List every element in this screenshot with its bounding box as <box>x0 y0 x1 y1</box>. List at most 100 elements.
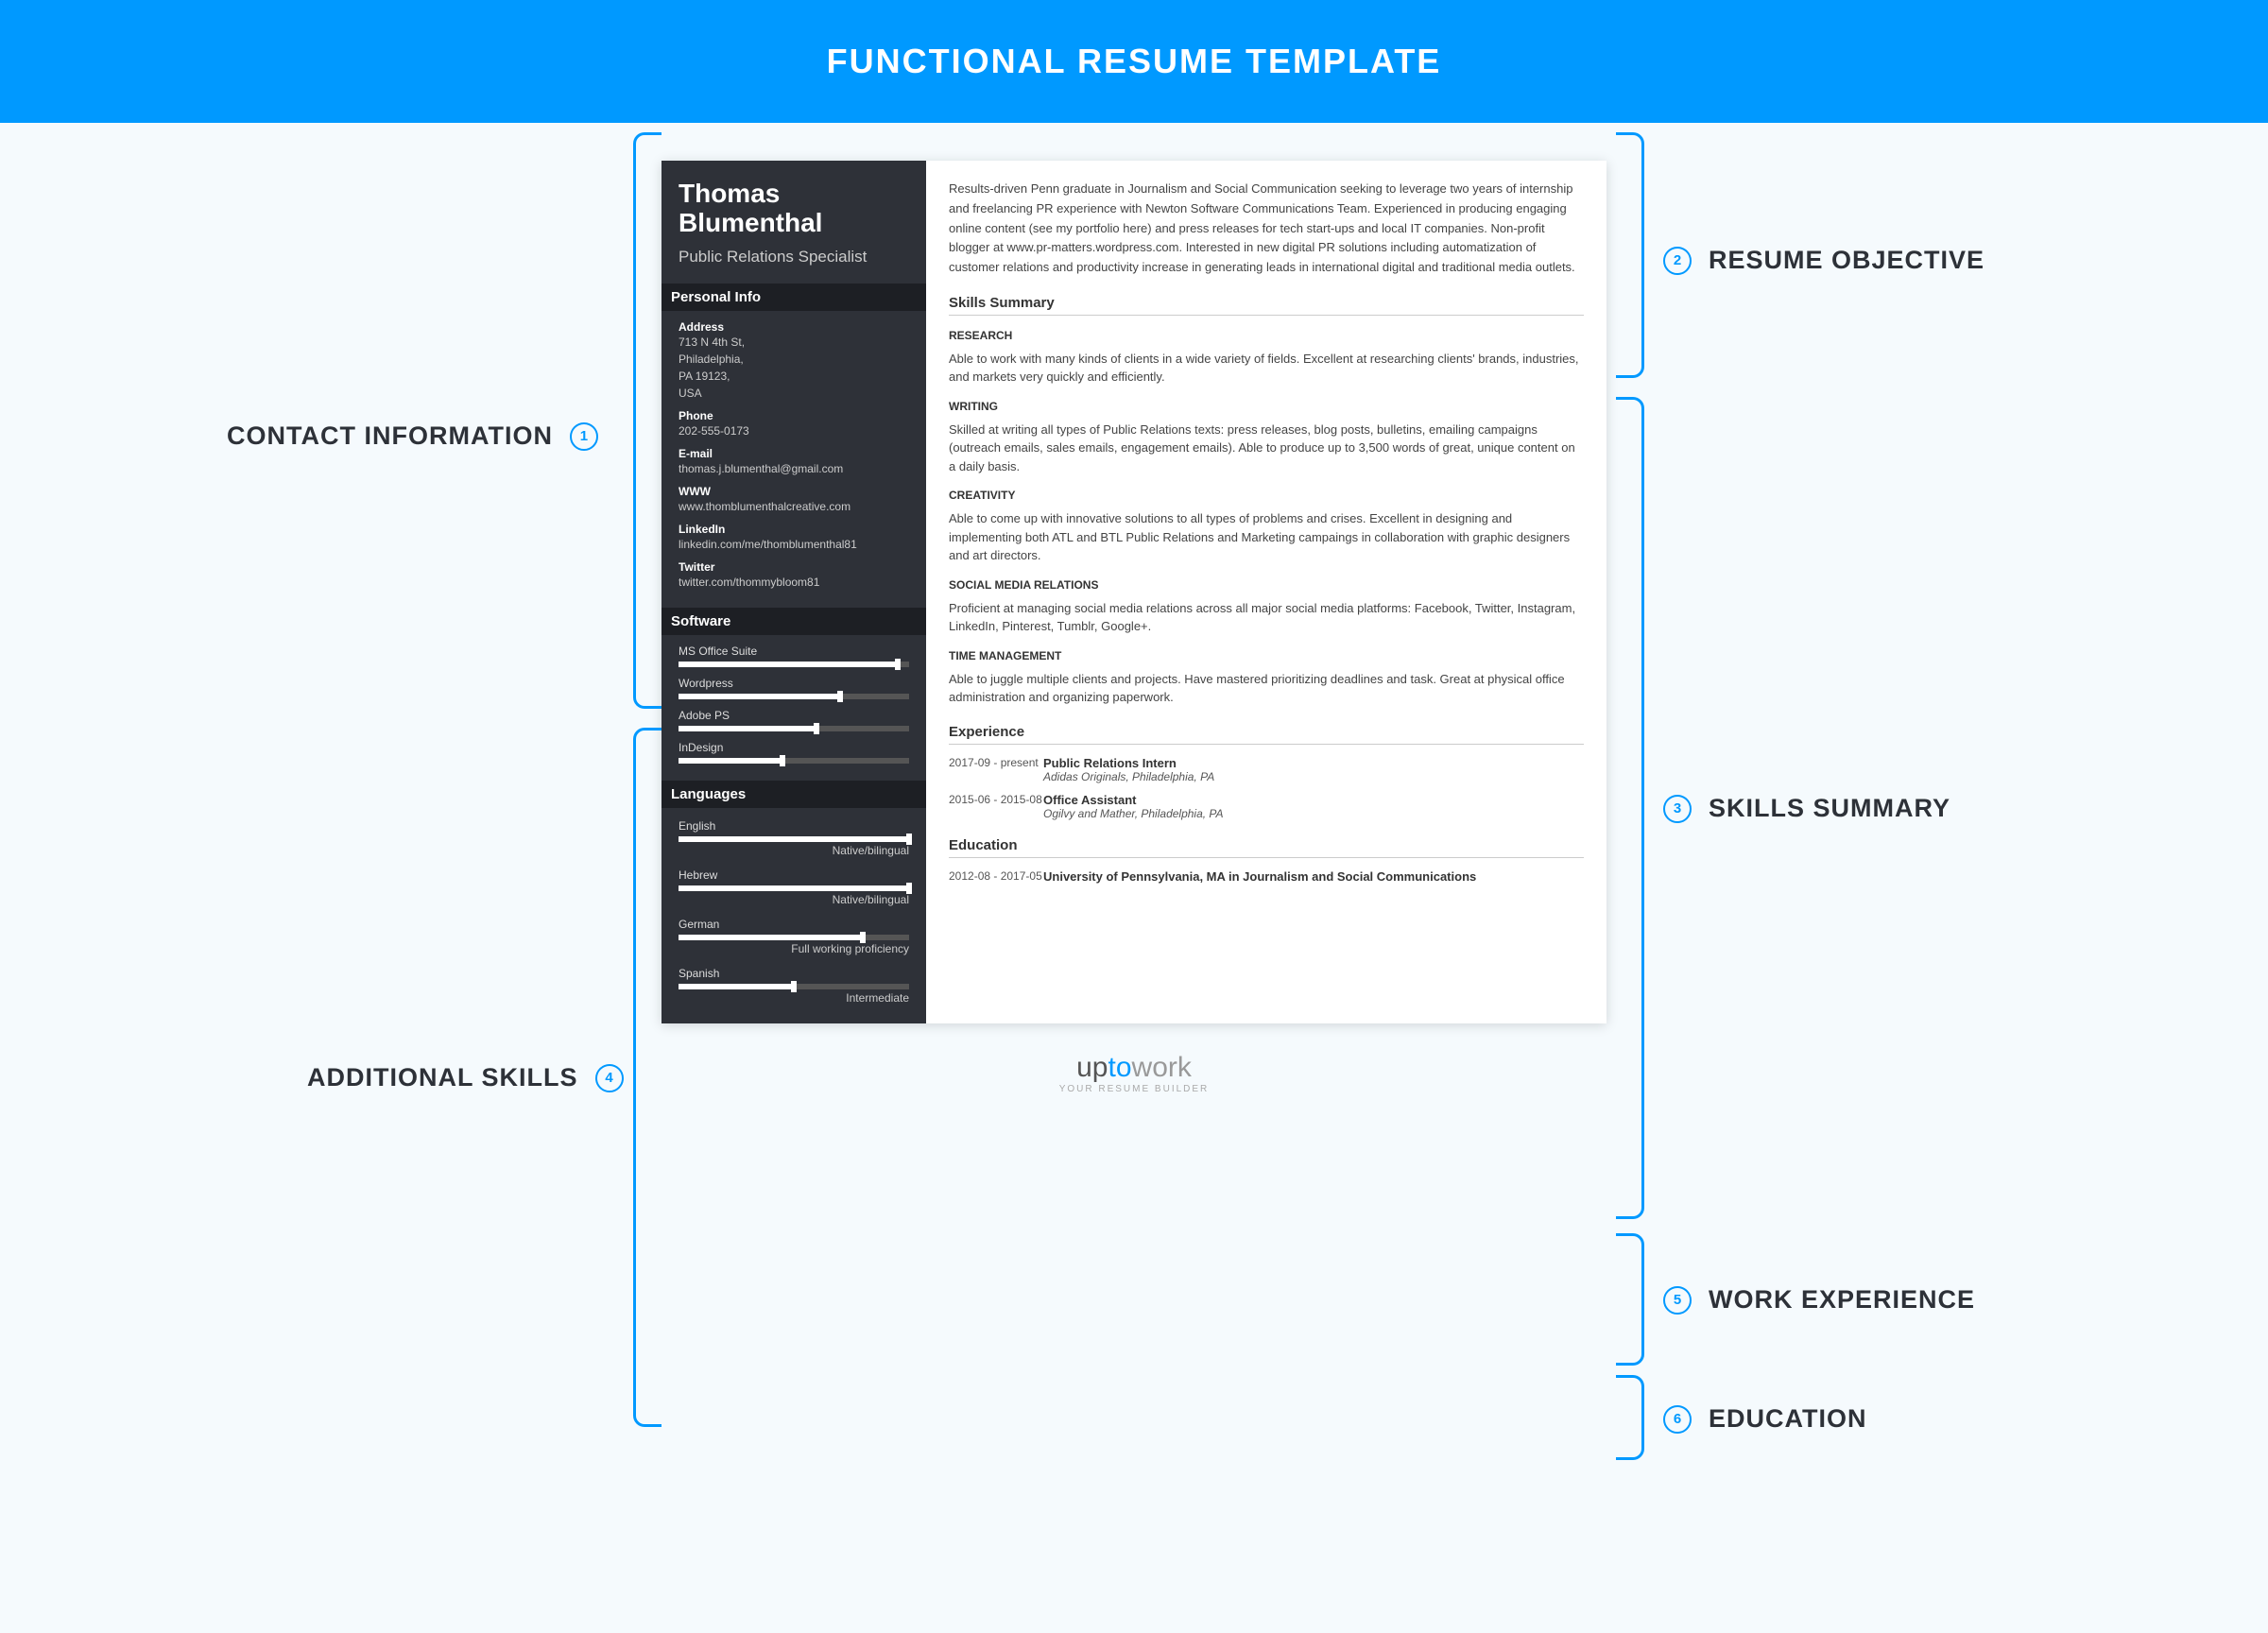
callout-label-education: EDUCATION <box>1709 1404 1867 1434</box>
linkedin-label: LinkedIn <box>679 523 909 536</box>
education-title-text: University of Pennsylvania, MA in Journa… <box>1043 869 1584 884</box>
skills-summary-title: Skills Summary <box>949 295 1584 316</box>
bracket-education <box>1616 1375 1644 1460</box>
language-name: Spanish <box>679 967 909 980</box>
language-item: English Native/bilingual <box>679 819 909 857</box>
callout-num-4: 4 <box>595 1064 624 1092</box>
languages-list: English Native/bilingual Hebrew Native/bi… <box>679 819 909 1005</box>
progress-bar <box>679 758 909 764</box>
experience-row: 2015-06 - 2015-08 Office Assistant Ogilv… <box>949 793 1584 820</box>
callout-experience: 5 WORK EXPERIENCE <box>1663 1285 1975 1315</box>
personal-info-header: Personal Info <box>662 284 926 311</box>
skill-heading: CREATIVITY <box>949 489 1584 502</box>
language-name: Hebrew <box>679 868 909 882</box>
name-last: Blumenthal <box>679 208 822 237</box>
experience-title-text: Office Assistant <box>1043 793 1584 807</box>
resume-sidebar: Thomas Blumenthal Public Relations Speci… <box>662 161 926 1023</box>
software-name: Adobe PS <box>679 709 909 722</box>
email-label: E-mail <box>679 447 909 460</box>
experience-title-text: Public Relations Intern <box>1043 756 1584 770</box>
email-value: thomas.j.blumenthal@gmail.com <box>679 460 909 477</box>
language-name: English <box>679 819 909 833</box>
callout-num-5: 5 <box>1663 1286 1692 1315</box>
bracket-experience <box>1616 1233 1644 1366</box>
skill-heading: RESEARCH <box>949 329 1584 342</box>
language-level: Native/bilingual <box>679 844 909 857</box>
language-level: Intermediate <box>679 991 909 1005</box>
progress-bar <box>679 984 909 989</box>
software-item: MS Office Suite <box>679 645 909 667</box>
callout-contact: 1 CONTACT INFORMATION <box>227 421 598 451</box>
bracket-contact <box>633 132 662 709</box>
software-item: InDesign <box>679 741 909 764</box>
address-label: Address <box>679 320 909 334</box>
experience-dates: 2017-09 - present <box>949 756 1043 783</box>
callout-num-6: 6 <box>1663 1405 1692 1434</box>
experience-company: Adidas Originals, Philadelphia, PA <box>1043 770 1584 783</box>
twitter-label: Twitter <box>679 560 909 574</box>
resume-objective: Results-driven Penn graduate in Journali… <box>949 180 1584 278</box>
progress-handle <box>814 723 819 734</box>
education-title: Education <box>949 837 1584 858</box>
progress-bar <box>679 694 909 699</box>
language-level: Native/bilingual <box>679 893 909 906</box>
progress-bar <box>679 726 909 731</box>
experience-title: Experience <box>949 724 1584 745</box>
software-list: MS Office Suite Wordpress Adobe PS InDes… <box>679 645 909 764</box>
education-row: 2012-08 - 2017-05 University of Pennsylv… <box>949 869 1584 884</box>
skill-heading: WRITING <box>949 400 1584 413</box>
callout-label-additional: ADDITIONAL SKILLS <box>307 1063 578 1092</box>
software-header: Software <box>662 608 926 635</box>
page-title: FUNCTIONAL RESUME TEMPLATE <box>827 42 1442 81</box>
phone-value: 202-555-0173 <box>679 422 909 439</box>
progress-handle <box>906 883 912 894</box>
software-name: MS Office Suite <box>679 645 909 658</box>
bracket-skills-summary <box>1616 397 1644 1219</box>
callout-label-experience: WORK EXPERIENCE <box>1709 1285 1975 1315</box>
education-content: University of Pennsylvania, MA in Journa… <box>1043 869 1584 884</box>
logo-to: to <box>1108 1052 1132 1083</box>
progress-fill <box>679 984 794 989</box>
experience-content: Office Assistant Ogilvy and Mather, Phil… <box>1043 793 1584 820</box>
language-name: German <box>679 918 909 931</box>
callout-label-skills: SKILLS SUMMARY <box>1709 794 1950 823</box>
www-value: www.thomblumenthalcreative.com <box>679 498 909 515</box>
twitter-value: twitter.com/thommybloom81 <box>679 574 909 591</box>
progress-handle <box>837 691 843 702</box>
software-name: Wordpress <box>679 677 909 690</box>
progress-handle <box>791 981 797 992</box>
progress-fill <box>679 726 816 731</box>
progress-fill <box>679 836 909 842</box>
languages-header: Languages <box>662 781 926 808</box>
experience-dates: 2015-06 - 2015-08 <box>949 793 1043 820</box>
header-bar: FUNCTIONAL RESUME TEMPLATE <box>0 0 2268 123</box>
callout-num-2: 2 <box>1663 247 1692 275</box>
experience-content: Public Relations Intern Adidas Originals… <box>1043 756 1584 783</box>
skill-text: Able to work with many kinds of clients … <box>949 350 1584 387</box>
www-label: WWW <box>679 485 909 498</box>
education-dates: 2012-08 - 2017-05 <box>949 869 1043 884</box>
language-item: German Full working proficiency <box>679 918 909 955</box>
address-value: 713 N 4th St, Philadelphia, PA 19123, US… <box>679 334 909 402</box>
callout-education: 6 EDUCATION <box>1663 1404 1867 1434</box>
skills-list: RESEARCH Able to work with many kinds of … <box>949 329 1584 707</box>
callout-num-1: 1 <box>570 422 598 451</box>
logo-work: work <box>1132 1052 1192 1083</box>
callout-skills-summary: 3 SKILLS SUMMARY <box>1663 794 1950 823</box>
callout-label-objective: RESUME OBJECTIVE <box>1709 246 1984 275</box>
resume-main: Results-driven Penn graduate in Journali… <box>926 161 1606 1023</box>
skill-text: Proficient at managing social media rela… <box>949 599 1584 636</box>
software-name: InDesign <box>679 741 909 754</box>
progress-handle <box>780 755 785 766</box>
callout-label-contact: CONTACT INFORMATION <box>227 421 553 451</box>
education-list: 2012-08 - 2017-05 University of Pennsylv… <box>949 869 1584 884</box>
language-item: Spanish Intermediate <box>679 967 909 1005</box>
progress-fill <box>679 935 863 940</box>
skill-text: Able to come up with innovative solution… <box>949 509 1584 565</box>
progress-bar <box>679 935 909 940</box>
skill-text: Skilled at writing all types of Public R… <box>949 421 1584 476</box>
progress-fill <box>679 694 840 699</box>
bracket-skills <box>633 728 662 1427</box>
progress-handle <box>906 834 912 845</box>
logo-up: up <box>1076 1052 1108 1083</box>
